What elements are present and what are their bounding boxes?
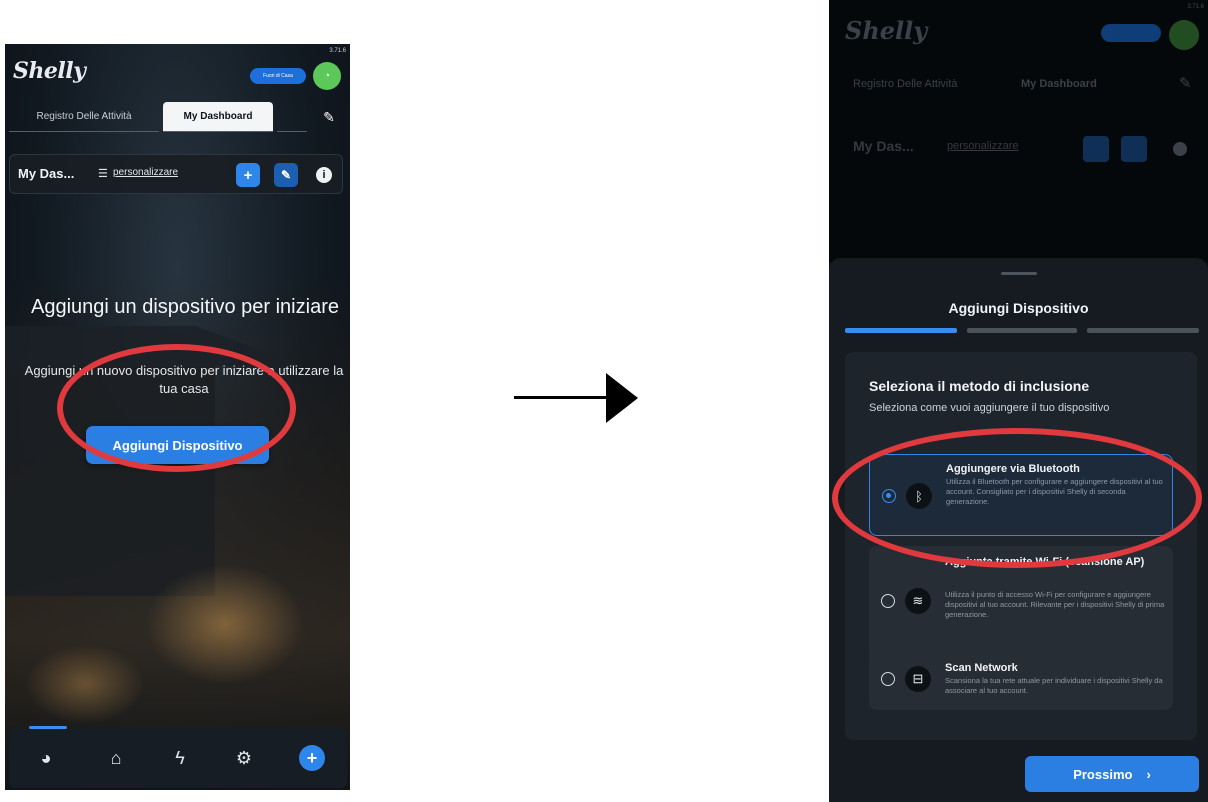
radio-unselected[interactable] bbox=[881, 672, 895, 686]
card-title: Seleziona il metodo di inclusione bbox=[869, 378, 1090, 394]
background-light bbox=[145, 564, 305, 684]
shelly-logo: Shelly bbox=[13, 58, 86, 84]
right-phone-screen: 3.71.6 Shelly Registro Delle Attività My… bbox=[829, 0, 1208, 802]
sheet-title: Aggiungi Dispositivo bbox=[948, 300, 1089, 316]
highlight-ellipse bbox=[832, 428, 1202, 568]
tab-activity-log[interactable]: Registro Delle Attività bbox=[9, 102, 159, 132]
step-indicator-1 bbox=[845, 328, 957, 333]
next-label: Prossimo bbox=[1073, 766, 1133, 782]
wifi-icon: ≋ bbox=[905, 588, 931, 614]
tab-activity-log: Registro Delle Attività bbox=[853, 78, 958, 90]
option-description: Utilizza il punto di accesso Wi-Fi per c… bbox=[945, 590, 1165, 619]
next-button[interactable]: Prossimo › bbox=[1025, 756, 1199, 792]
step-indicator-3 bbox=[1087, 328, 1199, 333]
home-icon[interactable]: ⌂ bbox=[103, 745, 129, 771]
drag-handle[interactable] bbox=[1001, 272, 1037, 275]
active-tab-indicator bbox=[29, 726, 67, 729]
pencil-icon[interactable]: ✎ bbox=[311, 102, 347, 132]
lightning-icon[interactable]: ϟ bbox=[167, 745, 193, 771]
empty-state-title: Aggiungi un dispositivo per iniziare bbox=[31, 296, 339, 318]
version-label: 3.71.6 bbox=[1187, 4, 1204, 10]
avatar[interactable]: ◔ bbox=[313, 62, 341, 90]
dashboard-toolbar: My Das... ☰ personalizzare + ✎ i bbox=[9, 154, 343, 194]
edit-dashboard-button[interactable]: ✎ bbox=[274, 163, 298, 187]
info-icon[interactable]: i bbox=[316, 167, 332, 183]
dashboard-name: My Das... bbox=[18, 166, 75, 181]
shelly-logo: Shelly bbox=[845, 16, 928, 45]
add-icon[interactable]: + bbox=[299, 745, 325, 771]
background-light bbox=[25, 644, 145, 724]
sliders-icon[interactable]: ☰ bbox=[98, 167, 108, 180]
step-indicator-2 bbox=[967, 328, 1077, 333]
pencil-icon: ✎ bbox=[280, 168, 292, 182]
tab-my-dashboard[interactable]: My Dashboard bbox=[163, 102, 273, 132]
tab-bar: Registro Delle Attività My Dashboard bbox=[845, 70, 1175, 100]
plus-icon: + bbox=[243, 166, 253, 184]
tab-spacer bbox=[277, 102, 307, 132]
router-icon: ⊟ bbox=[905, 666, 931, 692]
option-description: Scansiona la tua rete attuale per indivi… bbox=[945, 676, 1163, 695]
option-scan-network[interactable]: ⊟ Scan Network Scansiona la tua rete att… bbox=[869, 650, 1173, 710]
info-icon bbox=[1173, 142, 1187, 156]
version-label: 3.71.6 bbox=[329, 48, 346, 54]
tab-my-dashboard: My Dashboard bbox=[1021, 78, 1097, 90]
highlight-ellipse bbox=[57, 344, 296, 472]
add-widget-button[interactable]: + bbox=[236, 163, 260, 187]
customize-link[interactable]: personalizzare bbox=[113, 167, 178, 178]
option-name: Scan Network bbox=[945, 662, 1018, 674]
arrow-right-icon bbox=[606, 373, 638, 423]
avatar bbox=[1169, 20, 1199, 50]
card-subtitle: Seleziona come vuoi aggiungere il tuo di… bbox=[869, 402, 1110, 414]
user-icon: ◔ bbox=[323, 70, 331, 82]
radio-unselected[interactable] bbox=[881, 594, 895, 608]
tab-bar: Registro Delle Attività My Dashboard ✎ bbox=[5, 102, 350, 132]
settings-icon[interactable]: ⚙ bbox=[231, 745, 257, 771]
edit-dashboard-button bbox=[1121, 136, 1147, 162]
bottom-navigation: ◕ ⌂ ϟ ⚙ + bbox=[9, 726, 347, 788]
dashboard-icon[interactable]: ◕ bbox=[33, 745, 59, 771]
away-mode-button bbox=[1101, 24, 1161, 42]
dashboard-name: My Das... bbox=[853, 138, 914, 154]
add-widget-button bbox=[1083, 136, 1109, 162]
away-mode-button[interactable]: Fuori di Casa bbox=[250, 68, 306, 84]
arrow-shaft bbox=[514, 396, 614, 399]
customize-link: personalizzare bbox=[947, 140, 1019, 152]
dashboard-toolbar: My Das... personalizzare bbox=[845, 134, 1195, 164]
chevron-right-icon: › bbox=[1146, 766, 1151, 782]
pencil-icon: ✎ bbox=[1179, 75, 1192, 92]
